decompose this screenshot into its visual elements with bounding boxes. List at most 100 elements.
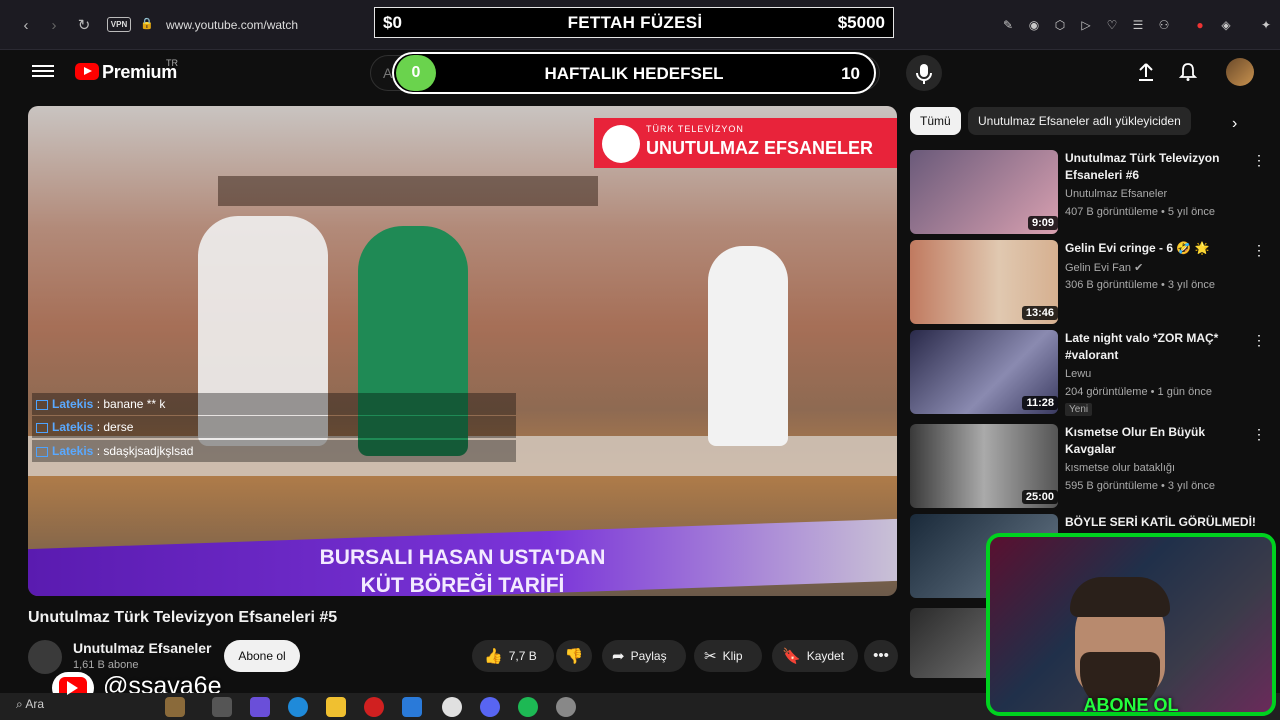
hamburger-menu-icon[interactable] [32,62,54,80]
recommendation-thumbnail[interactable]: 13:46 [910,240,1058,324]
more-actions-button[interactable]: ••• [864,640,898,672]
weekly-goal-bar: HAFTALIK HEDEFSEL 0 10 [392,52,876,94]
like-count: 7,7 B [508,649,537,663]
mail-icon[interactable] [402,697,422,717]
reload-icon[interactable]: ↻ [74,16,94,36]
subscriber-count: 1,61 B abone [73,659,139,671]
like-button[interactable]: 👍 7,7 B [472,640,554,672]
more-vert-icon[interactable]: ⋮ [1252,426,1266,443]
youtube-handle-play-icon [67,681,78,695]
clip-button[interactable]: ✂ Klip [694,640,762,672]
thumbs-down-icon: 👎 [564,647,584,665]
chevron-right-icon[interactable]: › [1232,115,1237,133]
recommendation-item[interactable]: 11:28 Late night valo *ZOR MAÇ* #valoran… [910,330,1270,416]
recommendation-meta: 306 B görüntüleme • 3 yıl önce [1065,279,1215,291]
video-frame-shelf [218,176,598,206]
taskbar-app-icon[interactable] [165,697,185,717]
duration-badge: 9:09 [1027,216,1058,230]
heart-icon[interactable]: ♡ [1104,17,1120,33]
region-code: TR [166,58,178,68]
weekly-goal-title: HAFTALIK HEDEFSEL [544,64,724,83]
recommendation-item[interactable]: 13:46 Gelin Evi cringe - 6 🤣 🌟 Gelin Evi… [910,240,1270,324]
profile-icon[interactable]: ⚇ [1156,17,1172,33]
back-icon[interactable]: ‹ [16,16,36,36]
lower-third-line2: KÜT BÖREĞİ TARİFİ [360,574,565,596]
taskbar-app-icon[interactable] [212,697,232,717]
recommendation-title[interactable]: Gelin Evi cringe - 6 🤣 🌟 [1065,240,1245,257]
recommendation-title[interactable]: BÖYLE SERİ KATİL GÖRÜLMEDİ! [1065,514,1265,531]
recommendation-channel[interactable]: Gelin Evi Fan ✔ [1065,261,1143,274]
ai-icon[interactable]: ✦ [1258,17,1274,33]
youtube-logo-icon[interactable] [75,63,99,80]
more-vert-icon[interactable]: ⋮ [1252,242,1266,259]
recommendation-thumbnail[interactable]: 11:28 [910,330,1058,414]
taskbar-search[interactable]: ⌕ Ara [16,697,44,712]
chat-message: Latekis : derse [32,416,516,438]
account-avatar[interactable] [1226,58,1254,86]
video-channel-banner: TÜRK TELEVİZYON UNUTULMAZ EFSANELER [594,118,897,168]
chat-message: Latekis : sdaşkjsadjkşlsad [32,440,516,462]
shield-icon[interactable]: ⬡ [1052,17,1068,33]
chip-all[interactable]: Tümü [910,107,961,135]
recommendation-title[interactable]: Late night valo *ZOR MAÇ* #valorant [1065,330,1245,364]
play-icon[interactable]: ▷ [1078,17,1094,33]
chat-text: : derse [96,420,134,434]
taskbar-search-label: Ara [25,697,45,711]
thumbs-up-icon: 👍 [484,647,503,665]
discord-icon[interactable] [480,697,500,717]
recommendation-title[interactable]: Unutulmaz Türk Televizyon Efsaneleri #6 [1065,150,1245,184]
weekly-goal-current: 0 [396,55,436,91]
recommendation-channel[interactable]: Lewu [1065,368,1091,380]
vpn-badge[interactable]: VPN [107,17,131,32]
taskbar-app-icon[interactable] [250,697,270,717]
recommendation-channel[interactable]: kısmetse olur bataklığı [1065,462,1175,474]
recommendation-thumbnail[interactable]: 9:09 [910,150,1058,234]
recommendation-thumbnail[interactable]: 25:00 [910,424,1058,508]
channel-avatar[interactable] [28,640,62,674]
duration-badge: 25:00 [1021,490,1058,504]
folder-icon[interactable] [326,697,346,717]
more-vert-icon[interactable]: ⋮ [1252,332,1266,349]
recommendation-channel[interactable]: Unutulmaz Efsaneler [1065,188,1167,200]
chat-badge-icon [36,446,48,457]
extension-icon[interactable]: ● [1192,17,1208,33]
chip-uploader[interactable]: Unutulmaz Efsaneler adlı yükleyiciden [968,107,1191,135]
cube-icon[interactable]: ◈ [1218,17,1234,33]
video-player[interactable]: TÜRK TELEVİZYON UNUTULMAZ EFSANELER BURS… [28,106,897,596]
goal-max: $5000 [837,13,885,32]
save-button[interactable]: 🔖 Kaydet [772,640,858,672]
recommendation-item[interactable]: 25:00 Kısmetse Olur En Büyük Kavgalar kı… [910,424,1270,508]
share-button[interactable]: ➦ Paylaş [602,640,686,672]
spotify-icon[interactable] [518,697,538,717]
lock-icon[interactable]: 🔒 [140,17,154,31]
steam-icon[interactable] [556,697,576,717]
dislike-button[interactable]: 👎 [556,640,592,672]
channel-name[interactable]: Unutulmaz Efsaneler [73,640,211,656]
edge-icon[interactable] [288,697,308,717]
menu-lines-icon[interactable]: ☰ [1130,17,1146,33]
microphone-icon[interactable] [906,55,942,91]
subscribe-button[interactable]: Abone ol [224,640,300,672]
camera-icon[interactable]: ◉ [1026,17,1042,33]
address-bar[interactable]: www.youtube.com/watch [166,18,298,32]
edit-icon[interactable]: ✎ [1000,17,1016,33]
save-label: Kaydet [806,649,845,663]
recommendation-title[interactable]: Kısmetse Olur En Büyük Kavgalar [1065,424,1245,458]
chat-text: : sdaşkjsadjkşlsad [96,444,194,458]
more-vert-icon[interactable]: ⋮ [1252,152,1266,169]
video-title: Unutulmaz Türk Televizyon Efsaneleri #5 [28,609,338,626]
banner-subtitle: TÜRK TELEVİZYON [646,124,744,134]
chat-badge-icon [36,399,48,410]
goal-min: $0 [383,13,402,32]
donation-goal-bar: FETTAH FÜZESİ $0 $5000 [374,7,894,38]
notifications-bell-icon[interactable] [1178,62,1198,82]
scissors-icon: ✂ [704,647,717,665]
opera-icon[interactable] [364,697,384,717]
yandex-icon[interactable] [442,697,462,717]
webcam-overlay: ABONE OL [986,533,1276,716]
recommendation-item[interactable]: 9:09 Unutulmaz Türk Televizyon Efsaneler… [910,150,1270,234]
recommendation-meta: 204 görüntüleme • 1 gün önce [1065,386,1212,398]
upload-icon[interactable] [1136,62,1156,82]
duration-badge: 13:46 [1021,306,1058,320]
forward-icon[interactable]: › [44,16,64,36]
